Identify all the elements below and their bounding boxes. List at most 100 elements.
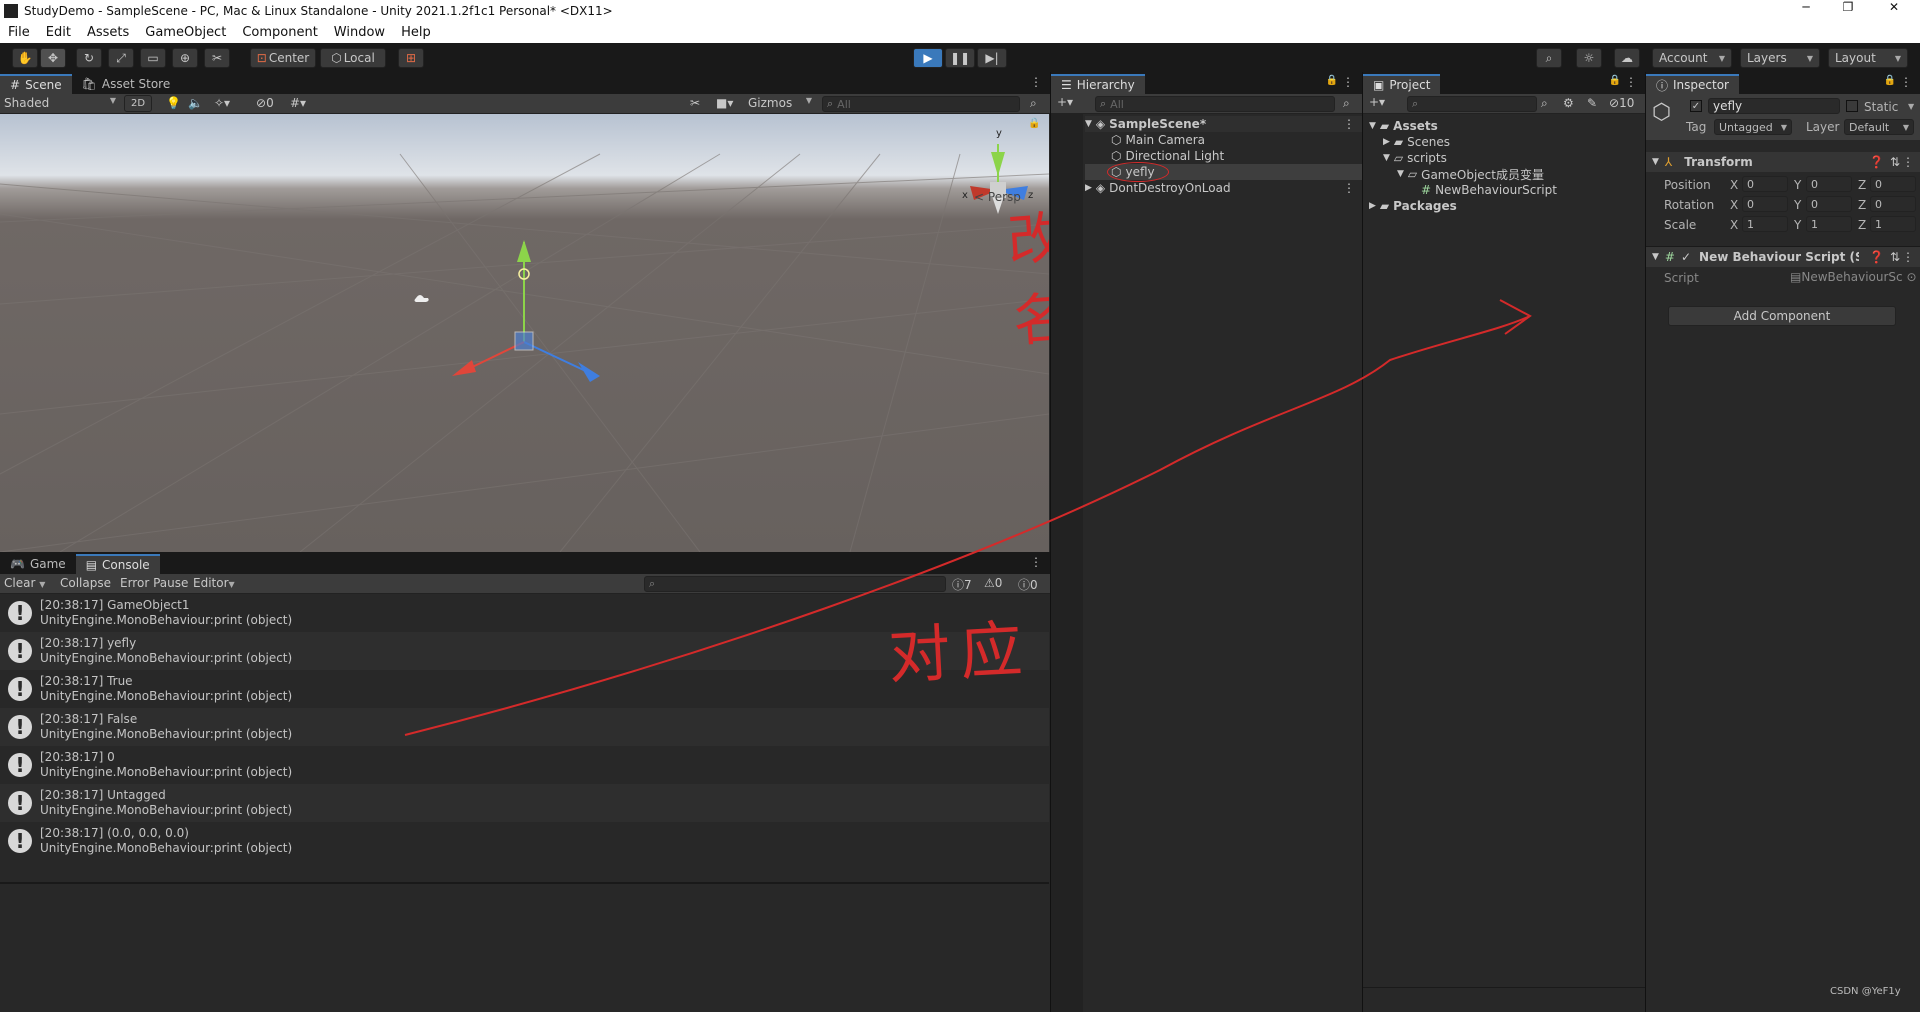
position-z-field[interactable]: 0 [1870,176,1916,192]
scene-search-options-icon[interactable]: ⌕ [1030,96,1037,111]
transform-header[interactable]: ▼ ⅄ Transform ❓ ⇅ ⋮ [1646,152,1920,172]
gizmos-dropdown[interactable]: Gizmos ▼ [748,96,812,110]
tab-project[interactable]: ▣ Project [1363,74,1441,94]
hierarchy-scene-row[interactable]: ▼ ◈ SampleScene* ⋮ [1085,116,1363,132]
project-hidden-icon[interactable]: ⊘10 [1609,96,1634,110]
project-folder-scripts[interactable]: ▼ ▱ scripts [1383,150,1447,166]
minimize-button[interactable]: ─ [1796,0,1816,14]
presets-icon[interactable]: ⇅ [1890,155,1900,169]
tab-console[interactable]: ▤ Console [75,554,160,574]
add-component-button[interactable]: Add Component [1668,306,1896,326]
scale-y-field[interactable]: 1 [1806,216,1852,232]
info-count-toggle[interactable]: ⓘ7 [952,576,972,593]
step-button[interactable]: ▶| [977,48,1007,68]
move-gizmo[interactable] [452,240,600,382]
lock-icon[interactable]: 🔒 [1028,118,1040,129]
inspector-lock-icon[interactable]: 🔒 [1884,75,1896,86]
log-entry[interactable]: ! [20:38:17] 0 UnityEngine.MonoBehaviour:p… [0,746,1049,784]
hand-tool-button[interactable]: ✋ [12,48,38,68]
help-icon[interactable]: ❓ [1869,155,1884,169]
pause-button[interactable]: ❚❚ [945,48,975,68]
project-lock-icon[interactable]: 🔒 [1609,75,1621,86]
layers-dropdown[interactable]: Layers ▼ [1740,48,1820,68]
position-x-field[interactable]: 0 [1742,176,1788,192]
scene-search-input[interactable]: ⌕ All [822,96,1020,112]
object-name-input[interactable]: yefly [1708,98,1840,114]
play-button[interactable]: ▶ [913,48,943,68]
console-search-input[interactable]: ⌕ [644,576,946,592]
audio-icon[interactable]: 🔈 [188,96,203,110]
log-entry[interactable]: ! [20:38:17] (0.0, 0.0, 0.0) UnityEngine.M… [0,822,1049,860]
project-folder-scenes[interactable]: ▶ ▰ Scenes [1383,134,1450,150]
account-dropdown[interactable]: Account ▼ [1652,48,1732,68]
tab-inspector[interactable]: ⓘ Inspector [1646,74,1739,94]
clear-button[interactable]: Clear ▼ [4,576,45,590]
project-file-script[interactable]: # NewBehaviourScript [1421,182,1557,198]
menu-window[interactable]: Window [334,25,385,40]
tag-dropdown[interactable]: Untagged ▼ [1714,119,1792,135]
project-folder-packages[interactable]: ▶ ▰ Packages [1369,198,1457,214]
project-menu-icon[interactable]: ⋮ [1625,75,1637,89]
rotate-tool-button[interactable]: ↻ [76,48,102,68]
menu-edit[interactable]: Edit [46,25,71,40]
log-entry[interactable]: ! [20:38:17] Untagged UnityEngine.MonoBeha… [0,784,1049,822]
hierarchy-add-icon[interactable]: +▾ [1057,95,1073,109]
rect-tool-button[interactable]: ▭ [140,48,166,68]
project-add-icon[interactable]: +▾ [1369,95,1385,109]
menu-gameobject[interactable]: GameObject [145,25,226,40]
collab-icon[interactable]: ☼ [1576,48,1602,68]
rotation-y-field[interactable]: 0 [1806,196,1852,212]
tab-hierarchy[interactable]: ☰ Hierarchy [1051,74,1145,94]
project-folder-assets[interactable]: ▼ ▰ Assets [1369,118,1438,134]
hierarchy-item-dont-destroy[interactable]: ▶ ◈ DontDestroyOnLoad ⋮ [1085,180,1363,196]
move-tool-button[interactable]: ✥ [40,48,66,68]
hidden-objects-icon[interactable]: ⊘0 [256,96,274,110]
help-icon[interactable]: ❓ [1869,250,1884,264]
component-menu-icon[interactable]: ⋮ [1902,155,1914,169]
scene-menu-icon[interactable]: ⋮ [1343,117,1355,131]
warning-count-toggle[interactable]: ⚠0 [984,576,1002,590]
transform-tool-button[interactable]: ⊕ [172,48,198,68]
search-by-label-icon[interactable]: ⚙ [1563,96,1574,110]
hierarchy-lock-icon[interactable]: 🔒 [1326,75,1338,86]
menu-component[interactable]: Component [242,25,317,40]
position-y-field[interactable]: 0 [1806,176,1852,192]
menu-file[interactable]: File [8,25,30,40]
error-pause-button[interactable]: Error Pause [120,576,188,590]
object-picker-icon[interactable]: ⊙ [1903,270,1916,284]
layout-dropdown[interactable]: Layout ▼ [1828,48,1908,68]
component-menu-icon[interactable]: ⋮ [1902,250,1914,264]
hierarchy-item-main-camera[interactable]: ⬡ Main Camera [1111,132,1205,148]
tools-icon[interactable]: ✂ [690,96,700,110]
tab-asset-store[interactable]: 🛍 Asset Store [72,74,181,94]
menu-help[interactable]: Help [401,25,431,40]
shading-dropdown[interactable]: Shaded ▼ [4,96,116,110]
error-count-toggle[interactable]: ⓘ0 [1018,576,1038,593]
effects-icon[interactable]: ✧▾ [214,96,230,110]
scene-menu-icon[interactable]: ⋮ [1030,75,1042,89]
rotation-z-field[interactable]: 0 [1870,196,1916,212]
toggle-2d-button[interactable]: 2D [124,95,152,112]
static-checkbox[interactable] [1846,100,1858,112]
log-entry[interactable]: ! [20:38:17] False UnityEngine.MonoBehavio… [0,708,1049,746]
static-dropdown-icon[interactable]: ▼ [1908,102,1914,111]
presets-icon[interactable]: ⇅ [1890,250,1900,264]
space-local-button[interactable]: ⬡ Local [320,48,386,68]
script-component-header[interactable]: ▼ # ✓ New Behaviour Script (Sc ❓ ⇅ ⋮ [1646,247,1920,267]
scale-z-field[interactable]: 1 [1870,216,1916,232]
pivot-center-button[interactable]: ⊡ Center [250,48,316,68]
tag-icon[interactable]: ✎ [1587,96,1597,110]
menu-assets[interactable]: Assets [87,25,129,40]
project-folder-gameobject[interactable]: ▼ ▱ GameObject成员变量 [1397,166,1544,182]
rotation-x-field[interactable]: 0 [1742,196,1788,212]
custom-tool-button[interactable]: ✂ [204,48,230,68]
cloud-icon[interactable]: ☁ [1614,48,1640,68]
tab-scene[interactable]: # Scene [0,74,72,94]
active-checkbox[interactable]: ✓ [1690,100,1702,112]
component-enabled-checkbox[interactable]: ✓ [1681,250,1691,264]
search-by-type-icon[interactable]: ⌕ [1541,96,1548,111]
search-icon[interactable]: ⌕ [1536,48,1562,68]
inspector-menu-icon[interactable]: ⋮ [1900,75,1912,89]
dont-destroy-menu-icon[interactable]: ⋮ [1343,181,1355,195]
close-button[interactable]: ✕ [1884,0,1904,14]
